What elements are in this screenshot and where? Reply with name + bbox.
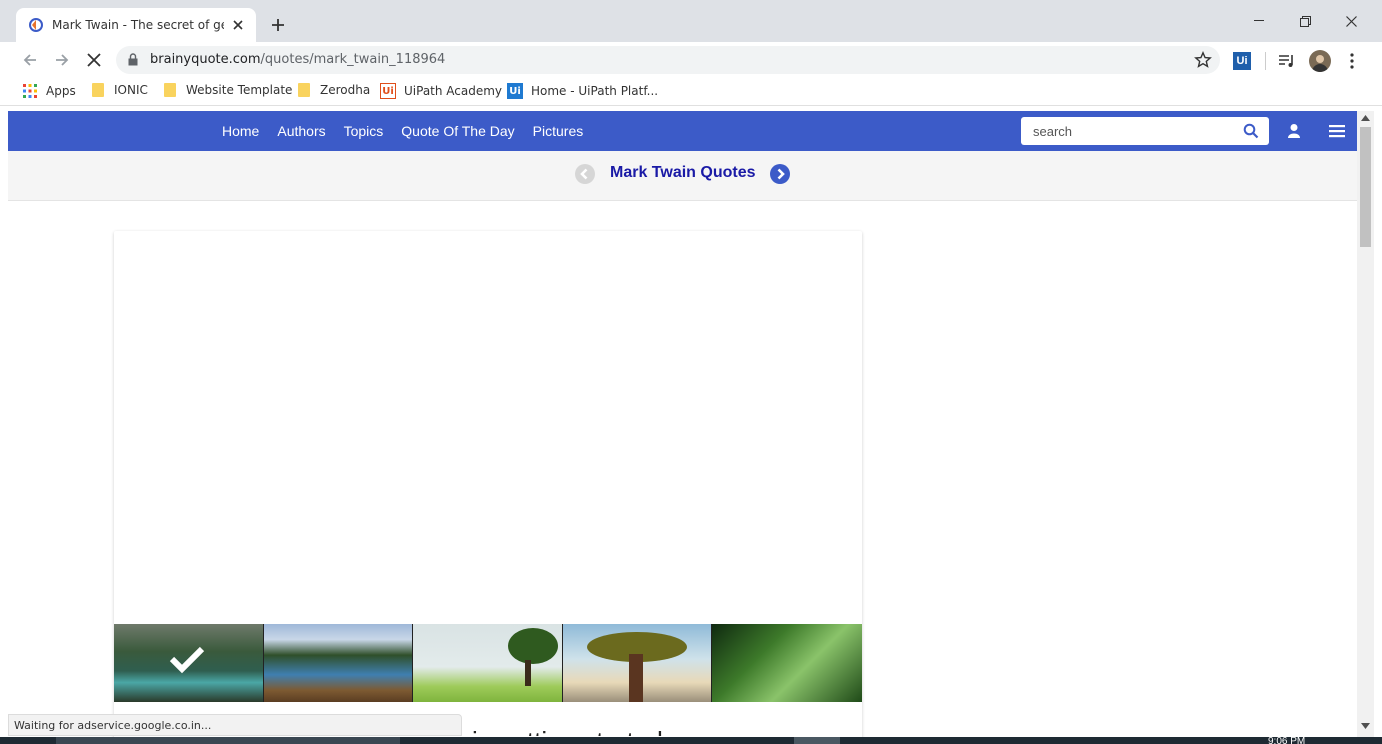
scroll-up-arrow-icon[interactable] <box>1361 115 1370 121</box>
nav-pictures[interactable]: Pictures <box>533 123 584 139</box>
bookmarks-bar: Apps IONIC Website Template Zerodha Ui U… <box>0 78 1382 106</box>
media-playlist-icon[interactable] <box>1278 53 1296 69</box>
address-bar[interactable]: brainyquote.com/quotes/mark_twain_118964 <box>116 46 1220 74</box>
folder-icon <box>92 83 104 97</box>
tree-trunk-shape <box>628 654 643 702</box>
nav-authors[interactable]: Authors <box>277 123 325 139</box>
previous-author-icon[interactable] <box>575 164 595 184</box>
page-scrollbar[interactable] <box>1357 111 1374 737</box>
hamburger-menu-icon[interactable] <box>1329 124 1345 138</box>
bookmark-apps[interactable]: Apps <box>22 83 76 99</box>
selected-check-icon <box>169 646 205 674</box>
thumbnail-mountain-lake[interactable] <box>114 624 264 702</box>
thumbnail-tree-meadow[interactable] <box>413 624 563 702</box>
browser-tab[interactable]: Mark Twain - The secret of gettin <box>16 8 256 42</box>
site-search-box <box>1021 117 1269 145</box>
folder-icon <box>298 83 310 97</box>
scroll-down-arrow-icon[interactable] <box>1361 723 1370 729</box>
search-input[interactable] <box>1021 117 1241 145</box>
bookmark-zerodha[interactable]: Zerodha <box>296 83 370 97</box>
profile-avatar[interactable] <box>1309 50 1331 72</box>
bookmark-ionic[interactable]: IONIC <box>90 83 148 97</box>
minimize-icon[interactable] <box>1236 0 1282 42</box>
nav-quote-of-the-day[interactable]: Quote Of The Day <box>401 123 514 139</box>
background-thumbnail-strip <box>114 624 862 702</box>
quote-picture-card <box>114 231 862 744</box>
folder-icon <box>164 83 176 97</box>
next-author-icon[interactable] <box>770 164 790 184</box>
thumbnail-alpine-lake[interactable] <box>263 624 414 702</box>
taskbar-clock: 9:06 PM <box>1268 737 1306 744</box>
author-quotes-title[interactable]: Mark Twain Quotes <box>610 164 756 182</box>
bookmark-star-icon[interactable] <box>1194 51 1212 69</box>
thumbnail-old-tree[interactable] <box>562 624 713 702</box>
site-nav-links: Home Authors Topics Quote Of The Day Pic… <box>222 111 601 151</box>
new-tab-plus-icon[interactable] <box>266 13 290 37</box>
bookmark-uipath-platform[interactable]: Ui Home - UiPath Platf... <box>507 83 658 99</box>
stop-loading-icon[interactable] <box>82 48 106 72</box>
scrollbar-thumb[interactable] <box>1360 127 1371 247</box>
nav-topics[interactable]: Topics <box>344 123 384 139</box>
taskbar-search-box[interactable] <box>56 737 400 744</box>
nav-home[interactable]: Home <box>222 123 259 139</box>
restore-icon[interactable] <box>1282 0 1328 42</box>
url-text: brainyquote.com/quotes/mark_twain_118964 <box>150 52 446 67</box>
uipath-academy-icon: Ui <box>380 83 396 99</box>
lock-icon <box>128 53 138 66</box>
browser-toolbar: brainyquote.com/quotes/mark_twain_118964… <box>0 42 1382 78</box>
site-navbar: Home Authors Topics Quote Of The Day Pic… <box>8 111 1357 151</box>
browser-tab-strip: Mark Twain - The secret of gettin <box>0 0 1382 42</box>
close-tab-icon[interactable] <box>230 17 246 33</box>
os-taskbar <box>0 737 1382 744</box>
taskbar-active-app[interactable] <box>794 737 840 744</box>
toolbar-divider <box>1265 52 1266 70</box>
quote-text-partial: is getting started <box>472 726 663 736</box>
uipath-platform-icon: Ui <box>507 83 523 99</box>
user-icon[interactable] <box>1287 123 1301 139</box>
close-window-icon[interactable] <box>1328 0 1374 42</box>
brainyquote-favicon-icon <box>29 18 43 32</box>
author-subheader: Mark Twain Quotes <box>8 151 1357 201</box>
bookmark-uipath-academy[interactable]: Ui UiPath Academy <box>380 83 502 99</box>
tab-title: Mark Twain - The secret of gettin <box>52 18 224 32</box>
back-arrow-icon[interactable] <box>18 48 42 72</box>
search-icon[interactable] <box>1243 123 1259 139</box>
status-bubble: Waiting for adservice.google.co.in... <box>8 714 462 736</box>
thumbnail-forest-flowers[interactable] <box>712 624 862 702</box>
forward-arrow-icon[interactable] <box>50 48 74 72</box>
bookmark-website-template[interactable]: Website Template <box>162 83 292 97</box>
apps-grid-icon <box>23 84 37 98</box>
tree-trunk-shape <box>525 660 532 686</box>
uipath-extension-icon[interactable]: Ui <box>1233 52 1251 70</box>
kebab-menu-icon[interactable] <box>1345 53 1359 69</box>
tree-shape <box>508 628 559 664</box>
screen: Mark Twain - The secret of gettin <box>0 0 1382 744</box>
web-page: Home Authors Topics Quote Of The Day Pic… <box>8 111 1357 744</box>
